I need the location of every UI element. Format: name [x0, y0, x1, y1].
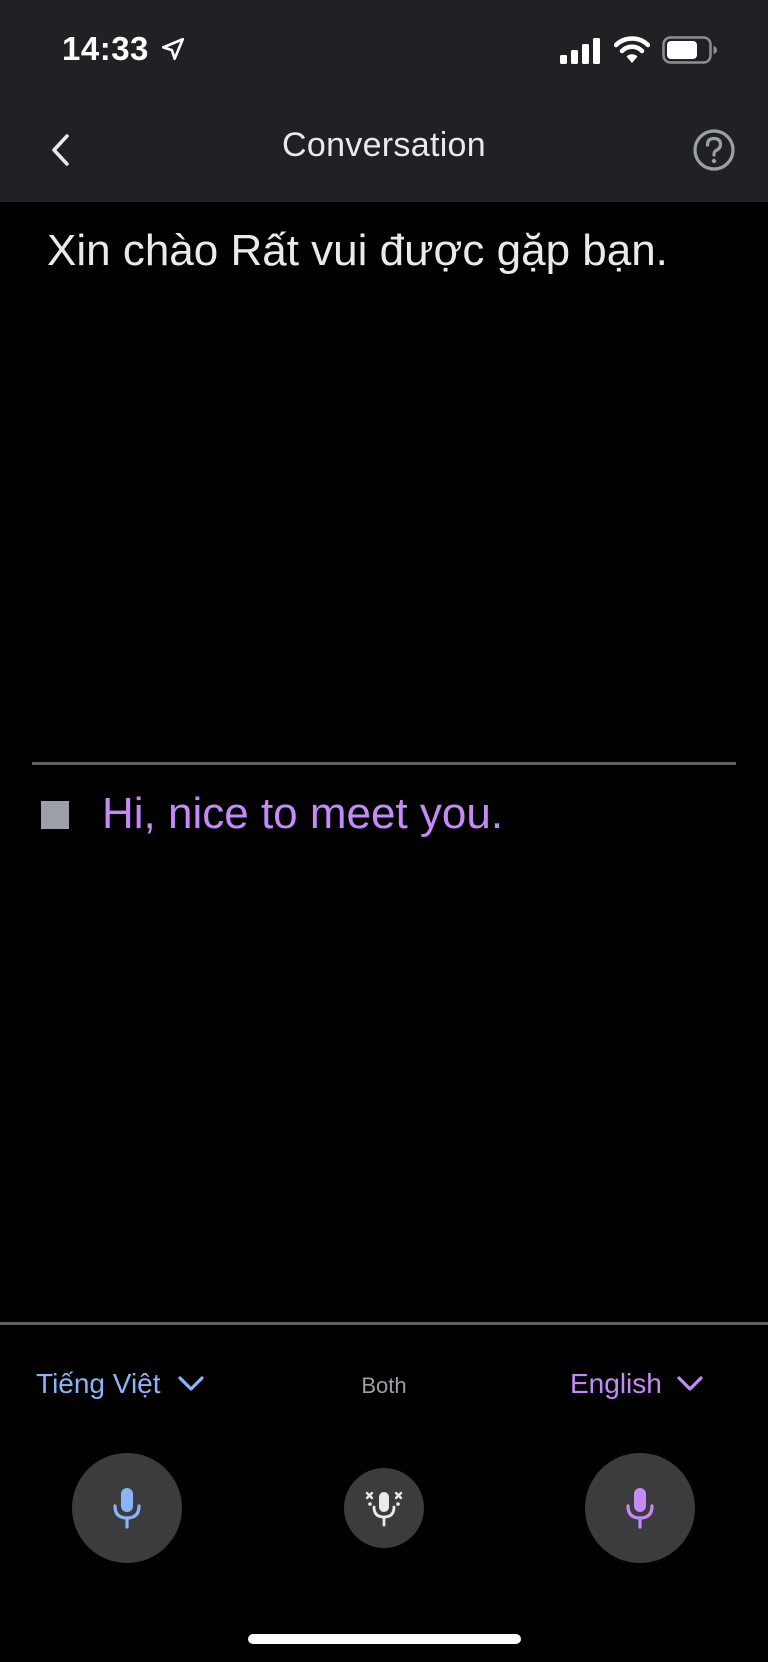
- auto-listen-mic-button[interactable]: [344, 1468, 424, 1548]
- chevron-down-icon: [677, 1376, 703, 1391]
- source-language-selector[interactable]: Tiếng Việt: [36, 1368, 205, 1400]
- battery-icon: [662, 36, 717, 64]
- translation-text: Hi, nice to meet you.: [102, 789, 504, 838]
- help-button[interactable]: [684, 120, 744, 180]
- target-language-label: English: [570, 1368, 662, 1399]
- status-time: 14:33: [62, 30, 149, 67]
- microphone-icon: [113, 1488, 141, 1529]
- help-circle-icon: [693, 129, 735, 171]
- page-title: Conversation: [282, 126, 486, 164]
- bottom-divider: [0, 1322, 768, 1325]
- status-bar: 14:33: [0, 0, 768, 100]
- conversation-divider: [32, 762, 736, 765]
- stop-square-icon[interactable]: [41, 801, 69, 829]
- app-header: Conversation: [0, 100, 768, 202]
- chevron-down-icon: [177, 1376, 204, 1391]
- location-arrow-icon: [161, 37, 185, 61]
- source-language-label: Tiếng Việt: [36, 1368, 161, 1399]
- english-mic-button[interactable]: [585, 1453, 695, 1563]
- cellular-signal-icon: [560, 38, 600, 64]
- target-language-selector[interactable]: English: [570, 1368, 704, 1400]
- home-indicator[interactable]: [248, 1634, 521, 1644]
- both-label: Both: [361, 1373, 407, 1398]
- source-text: Xin chào Rất vui được gặp bạn.: [47, 226, 668, 275]
- wifi-icon: [614, 36, 650, 63]
- vietnamese-mic-button[interactable]: [72, 1453, 182, 1563]
- microphone-icon: [626, 1488, 654, 1529]
- screen: 14:33 Conversation Xin chào Rất vui được…: [0, 0, 768, 1662]
- auto-microphone-icon: [365, 1491, 403, 1527]
